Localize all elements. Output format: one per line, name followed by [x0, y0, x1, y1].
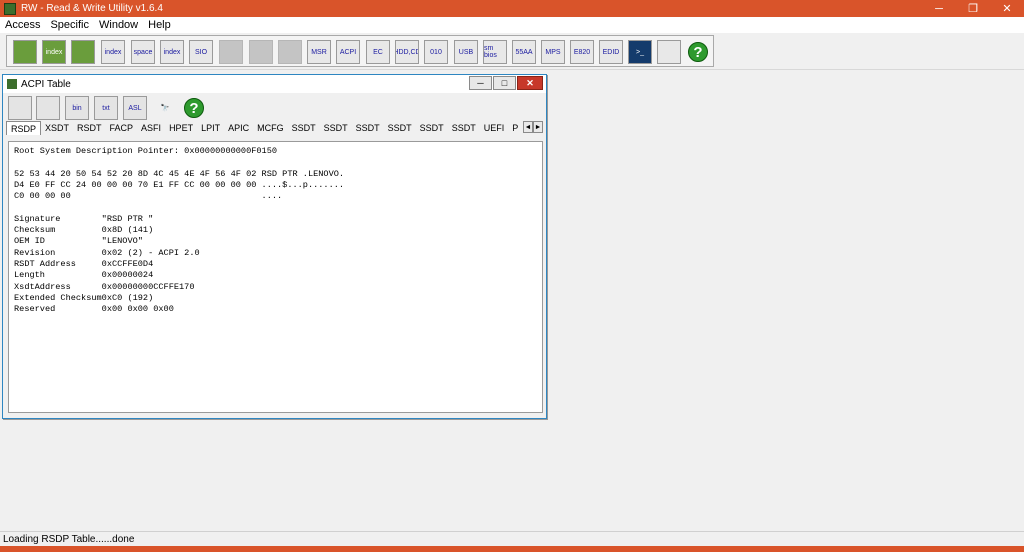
sio-icon[interactable]: SIO — [189, 40, 213, 64]
disabled-icon-3 — [278, 40, 302, 64]
mps-icon[interactable]: MPS — [541, 40, 565, 64]
content-line: C0 00 00 00 .... — [14, 191, 283, 202]
tab-ssdt-1[interactable]: SSDT — [288, 121, 320, 135]
tab-ssdt-4[interactable]: SSDT — [384, 121, 416, 135]
help-icon[interactable]: ? — [686, 40, 710, 64]
save-icon[interactable] — [8, 96, 32, 120]
smbios-icon[interactable]: sm bios — [483, 40, 507, 64]
usb-icon[interactable]: USB — [454, 40, 478, 64]
memory-index-icon[interactable]: index — [101, 40, 125, 64]
content-line: Signature "RSD PTR " — [14, 213, 154, 224]
tab-mcfg[interactable]: MCFG — [253, 121, 288, 135]
tab-uefi[interactable]: UEFI — [480, 121, 509, 135]
acpi-close-button[interactable]: ✕ — [517, 76, 543, 90]
content-line: RSDT Address 0xCCFFE0D4 — [14, 258, 154, 269]
status-text: Loading RSDP Table......done — [3, 533, 135, 545]
menu-window[interactable]: Window — [94, 19, 143, 31]
save-all-icon[interactable] — [36, 96, 60, 120]
content-line: 52 53 44 20 50 54 52 20 8D 4C 45 4E 4F 5… — [14, 168, 345, 179]
menu-specific[interactable]: Specific — [45, 19, 94, 31]
pci-index-icon[interactable]: index — [42, 40, 66, 64]
acpi-icon[interactable]: ACPI — [336, 40, 360, 64]
disabled-icon-2 — [249, 40, 273, 64]
acpi-window-titlebar: ACPI Table ─ □ ✕ — [3, 75, 546, 93]
acpi-toolbar: bin txt ASL 🔭 ? — [3, 93, 546, 121]
memory-icon[interactable] — [71, 40, 95, 64]
tab-rsdt[interactable]: RSDT — [73, 121, 106, 135]
content-line: Root System Description Pointer: 0x00000… — [14, 146, 278, 156]
status-bar: Loading RSDP Table......done — [0, 531, 1024, 546]
content-line — [14, 157, 537, 168]
io-index-icon[interactable]: index — [160, 40, 184, 64]
maximize-button[interactable]: ❐ — [956, 0, 990, 17]
app-titlebar: RW - Read & Write Utility v1.6.4 ─ ❐ ✕ — [0, 0, 1024, 17]
tab-ssdt-6[interactable]: SSDT — [448, 121, 480, 135]
tab-facp[interactable]: FACP — [106, 121, 138, 135]
menu-help[interactable]: Help — [143, 19, 176, 31]
content-line: Length 0x00000024 — [14, 270, 154, 281]
tab-lpit[interactable]: LPIT — [197, 121, 224, 135]
acpi-window-controls: ─ □ ✕ — [468, 76, 543, 90]
find-icon[interactable]: 🔭 — [153, 96, 177, 120]
content-line: Revision 0x02 (2) - ACPI 2.0 — [14, 247, 200, 258]
content-line — [14, 202, 537, 213]
tab-scroll-buttons: ◄ ► — [523, 121, 543, 133]
io-space-icon[interactable]: space — [131, 40, 155, 64]
scripts-icon[interactable] — [657, 40, 681, 64]
pci-icon[interactable] — [13, 40, 37, 64]
ec-icon[interactable]: EC — [366, 40, 390, 64]
app-icon — [4, 2, 16, 15]
tab-ssdt-2[interactable]: SSDT — [320, 121, 352, 135]
tab-ssdt-3[interactable]: SSDT — [352, 121, 384, 135]
acpi-tabs: RSDP XSDT RSDT FACP ASFI HPET LPIT APIC … — [6, 121, 546, 135]
menubar: Access Specific Window Help — [0, 17, 1024, 33]
55aa-icon[interactable]: 55AA — [512, 40, 536, 64]
tab-rsdp[interactable]: RSDP — [6, 121, 42, 135]
tab-ssdt-5[interactable]: SSDT — [416, 121, 448, 135]
tab-scroll-left-icon[interactable]: ◄ — [523, 121, 533, 133]
taskbar — [0, 546, 1024, 552]
disabled-icon-1 — [219, 40, 243, 64]
msr-icon[interactable]: MSR — [307, 40, 331, 64]
save-txt-icon[interactable]: txt — [94, 96, 118, 120]
acpi-window-title: ACPI Table — [21, 78, 71, 90]
close-button[interactable]: ✕ — [990, 0, 1024, 17]
window-controls: ─ ❐ ✕ — [922, 0, 1024, 17]
menu-access[interactable]: Access — [0, 19, 45, 31]
cmos-icon[interactable]: 010 — [424, 40, 448, 64]
command-icon[interactable]: >_ — [628, 40, 652, 64]
acpi-table-window: ACPI Table ─ □ ✕ bin txt ASL 🔭 ? RSDP XS… — [2, 74, 547, 419]
acpi-minimize-button[interactable]: ─ — [469, 76, 492, 90]
acpi-help-icon[interactable]: ? — [182, 96, 206, 120]
tab-apic[interactable]: APIC — [224, 121, 253, 135]
tab-xsdt[interactable]: XSDT — [41, 121, 73, 135]
minimize-button[interactable]: ─ — [922, 0, 956, 17]
help-glyph: ? — [688, 42, 708, 62]
acpi-maximize-button[interactable]: □ — [493, 76, 516, 90]
edid-icon[interactable]: EDID — [599, 40, 623, 64]
tab-partial[interactable]: P — [508, 121, 522, 135]
content-line: Checksum 0x8D (141) — [14, 225, 154, 236]
hdd-icon[interactable]: HDD,CD — [395, 40, 419, 64]
tab-hpet[interactable]: HPET — [165, 121, 197, 135]
app-title: RW - Read & Write Utility v1.6.4 — [21, 3, 163, 14]
content-line: OEM ID "LENOVO" — [14, 236, 143, 247]
acpi-help-glyph: ? — [184, 98, 204, 118]
content-line: XsdtAddress 0x00000000CCFFE170 — [14, 281, 195, 292]
toolbar-group: index index space index SIO MSR ACPI EC … — [6, 35, 714, 67]
e820-icon[interactable]: E820 — [570, 40, 594, 64]
acpi-window-icon — [7, 79, 17, 89]
tab-asfi[interactable]: ASFI — [137, 121, 165, 135]
table-content[interactable]: Root System Description Pointer: 0x00000… — [8, 141, 543, 413]
tab-scroll-right-icon[interactable]: ► — [533, 121, 543, 133]
content-line: Extended Checksum0xC0 (192) — [14, 292, 154, 303]
save-bin-icon[interactable]: bin — [65, 96, 89, 120]
main-toolbar: index index space index SIO MSR ACPI EC … — [0, 33, 1024, 70]
content-line: D4 E0 FF CC 24 00 00 00 70 E1 FF CC 00 0… — [14, 179, 345, 190]
content-line: Reserved 0x00 0x00 0x00 — [14, 304, 174, 315]
asl-icon[interactable]: ASL — [123, 96, 147, 120]
